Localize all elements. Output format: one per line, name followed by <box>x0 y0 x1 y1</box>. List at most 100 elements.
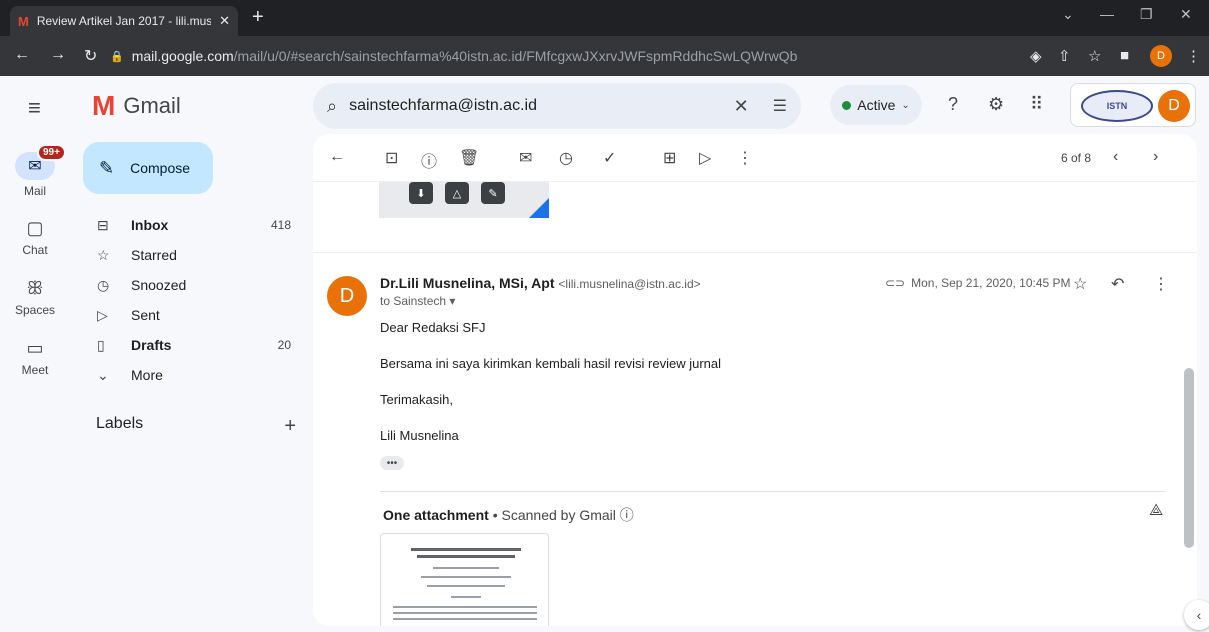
rail-chat[interactable]: ▢ Chat <box>0 218 70 257</box>
archive-icon[interactable]: ⊡ <box>385 148 398 168</box>
nav-inbox-count: 418 <box>270 218 291 232</box>
sender-name[interactable]: Dr.Lili Musnelina, MSi, Apt <box>380 275 555 291</box>
nav-inbox[interactable]: ⊟ Inbox 418 <box>83 210 307 240</box>
search-input[interactable] <box>349 97 714 115</box>
info-icon[interactable]: ⓘ <box>620 507 634 523</box>
address-bar-row: ← → ↻ 🔒 mail.google.com/mail/u/0/#search… <box>0 36 1209 76</box>
body-line: Dear Redaksi SFJ <box>380 320 486 335</box>
main-menu-icon[interactable]: ≡ <box>28 95 41 121</box>
sender-line: Dr.Lili Musnelina, MSi, Apt <lili.musnel… <box>380 275 701 291</box>
rail-spaces-label: Spaces <box>14 303 56 317</box>
search-icon[interactable]: ⌕ <box>327 96 337 117</box>
add-label-icon[interactable]: + <box>284 415 296 438</box>
nav-snoozed[interactable]: ◷ Snoozed <box>83 270 307 300</box>
gmail-logo[interactable]: M Gmail <box>92 90 181 122</box>
edit-icon[interactable]: ✎ <box>481 182 505 204</box>
report-spam-icon[interactable]: ⓘ <box>421 148 437 172</box>
share-icon[interactable]: ⇧ <box>1058 47 1071 65</box>
recipients-toggle[interactable]: to Sainstech ▾ <box>380 294 455 308</box>
delete-icon[interactable]: 🗑 <box>459 148 479 168</box>
chevron-down-icon: ⌄ <box>97 366 109 383</box>
search-options-icon[interactable]: ☰ <box>773 96 787 116</box>
lock-icon: 🔒 <box>110 50 124 63</box>
attachment-thumbnail[interactable] <box>380 533 549 626</box>
rail-mail[interactable]: ✉ 99+ Mail <box>0 144 70 198</box>
label-icon[interactable]: ▷ <box>699 148 711 168</box>
back-to-list-icon[interactable]: ← <box>329 148 345 166</box>
tab-search-icon[interactable]: ⌄ <box>1062 6 1074 23</box>
thumb-text-line <box>433 567 499 569</box>
status-label: Active <box>857 97 896 113</box>
download-icon[interactable]: ⬇ <box>409 182 433 204</box>
nav-drafts-count: 20 <box>277 338 291 352</box>
url-path: /mail/u/0/#search/sainstechfarma%40istn.… <box>233 48 798 64</box>
tab-title: Review Artikel Jan 2017 - lili.mus <box>36 14 212 28</box>
attachment-title: One attachment <box>383 507 489 523</box>
thumb-title-line <box>411 548 521 551</box>
message-more-icon[interactable]: ⋮ <box>1153 274 1169 294</box>
more-options-icon[interactable]: ⋮ <box>737 148 753 168</box>
back-icon[interactable]: ← <box>14 46 30 64</box>
save-to-drive-icon[interactable]: △ <box>445 182 469 204</box>
add-task-icon[interactable]: ✓ <box>603 148 616 168</box>
nav-more[interactable]: ⌄ More <box>83 360 307 390</box>
previous-message-image[interactable]: ⬇ △ ✎ <box>379 182 549 218</box>
browser-tab[interactable]: M Review Artikel Jan 2017 - lili.mus ✕ <box>10 6 238 36</box>
gmail-favicon-icon: M <box>18 13 29 29</box>
message-pane: ← ⊡ ⓘ 🗑 ✉ ◷ ✓ ⊞ ▷ ⋮ 6 of 8 ‹ › ⬇ △ ✎ D D… <box>313 134 1197 626</box>
browser-menu-icon[interactable]: ⋮ <box>1186 47 1201 65</box>
url-host: mail.google.com <box>131 48 234 64</box>
account-avatar[interactable]: D <box>1158 90 1190 122</box>
show-trimmed-content-button[interactable]: ••• <box>380 456 404 470</box>
window-close-button[interactable]: ✕ <box>1180 6 1192 23</box>
reply-icon[interactable]: ↶ <box>1111 274 1124 294</box>
gmail-m-icon: M <box>92 90 116 121</box>
nav-starred[interactable]: ☆ Starred <box>83 240 307 270</box>
forward-icon[interactable]: → <box>50 46 66 64</box>
help-icon[interactable]: ? <box>948 94 958 115</box>
status-selector[interactable]: Active ⌄ <box>830 85 922 125</box>
newer-chevron-icon[interactable]: ‹ <box>1113 148 1118 166</box>
pager-text: 6 of 8 <box>1061 151 1092 165</box>
star-message-icon[interactable]: ☆ <box>1073 274 1087 294</box>
minimize-button[interactable]: — <box>1100 6 1114 22</box>
unread-badge: 99+ <box>37 144 66 161</box>
reload-icon[interactable]: ↻ <box>84 46 97 66</box>
scrollbar-thumb[interactable] <box>1184 368 1194 548</box>
clock-icon: ◷ <box>97 276 110 293</box>
mark-unread-icon[interactable]: ✉ <box>519 148 532 168</box>
settings-gear-icon[interactable]: ⚙ <box>988 94 1004 115</box>
compose-label: Compose <box>130 160 191 176</box>
side-panel-toggle[interactable]: ‹ <box>1184 600 1209 630</box>
older-chevron-icon[interactable]: › <box>1153 148 1158 166</box>
apps-grid-icon[interactable]: ⠿ <box>1030 94 1043 115</box>
bookmark-star-icon[interactable]: ☆ <box>1088 47 1101 65</box>
browser-profile-avatar[interactable]: D <box>1150 45 1172 67</box>
snooze-icon[interactable]: ◷ <box>559 148 573 168</box>
nav-drafts[interactable]: ▯ Drafts 20 <box>83 330 307 360</box>
clear-search-icon[interactable]: ✕ <box>734 96 749 117</box>
rail-spaces[interactable]: ꕥ Spaces <box>0 278 70 317</box>
compose-button[interactable]: ✎ Compose <box>83 142 213 194</box>
sender-avatar[interactable]: D <box>327 276 367 316</box>
browser-tab-bar: M Review Artikel Jan 2017 - lili.mus ✕ +… <box>0 0 1209 36</box>
nav-sent[interactable]: ▷ Sent <box>83 300 307 330</box>
url-field[interactable]: 🔒 mail.google.com/mail/u/0/#search/sains… <box>110 42 1010 70</box>
attachment-header: One attachment • Scanned by Gmail ⓘ <box>383 505 634 525</box>
side-panel-icon[interactable]: ■ <box>1120 47 1129 64</box>
extension-icon[interactable]: ◈ <box>1030 47 1042 65</box>
body-line: Bersama ini saya kirimkan kembali hasil … <box>380 356 722 371</box>
rail-meet[interactable]: ▭ Meet <box>0 338 70 377</box>
star-icon: ☆ <box>97 246 110 263</box>
rail-mail-label: Mail <box>23 184 46 198</box>
inbox-icon: ⊟ <box>97 216 109 233</box>
add-to-drive-icon[interactable]: ⟁ <box>1149 502 1163 520</box>
nav-more-label: More <box>131 367 163 383</box>
new-tab-button[interactable]: + <box>252 6 264 29</box>
restore-button[interactable]: ❐ <box>1140 6 1153 23</box>
caret-down-icon: ▾ <box>449 294 456 308</box>
tab-close-icon[interactable]: ✕ <box>219 13 230 29</box>
body-line: Lili Musnelina <box>380 428 459 443</box>
move-to-icon[interactable]: ⊞ <box>663 148 676 168</box>
draft-file-icon: ▯ <box>97 336 105 353</box>
